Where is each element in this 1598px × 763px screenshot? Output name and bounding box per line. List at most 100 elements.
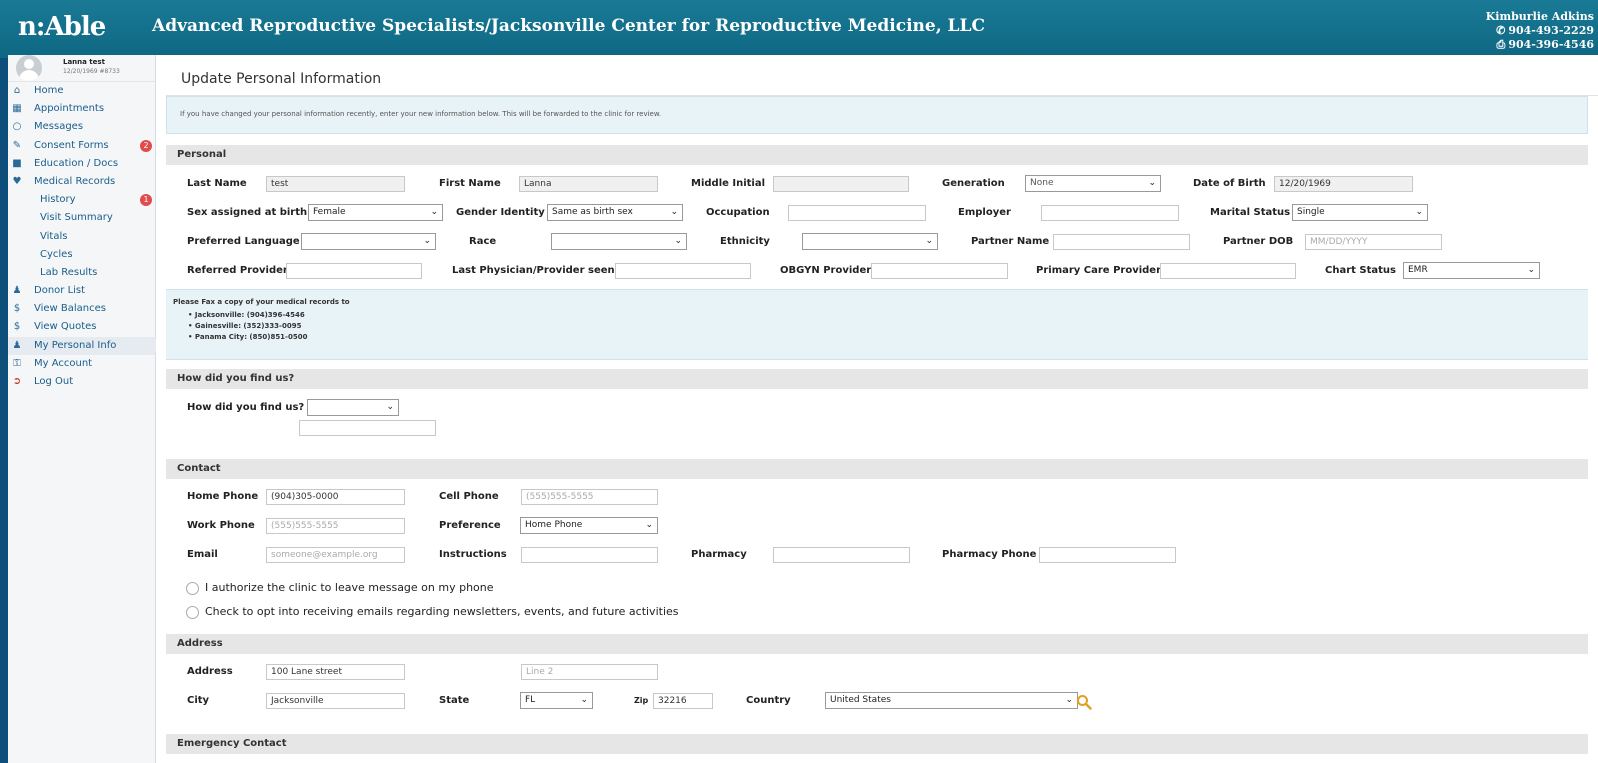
profile-card: Lanna test 12/20/1969 #8733 xyxy=(8,55,155,82)
search-icon[interactable] xyxy=(1076,694,1092,710)
fax-title: Please Fax a copy of your medical record… xyxy=(173,298,350,306)
section-personal: Personal xyxy=(166,145,1588,165)
left-frame xyxy=(0,58,8,763)
race-select[interactable]: ⌄ xyxy=(551,233,687,250)
generation-select[interactable]: None ⌄ xyxy=(1025,175,1161,192)
page-title: Update Personal Information xyxy=(181,71,382,87)
sidebar-item-consent-forms[interactable]: ✎ Consent Forms 2 xyxy=(8,137,155,155)
chevron-down-icon: ⌄ xyxy=(1415,207,1423,217)
logout-icon: ➲ xyxy=(12,376,22,387)
header-bar: n:Able Advanced Reproductive Specialists… xyxy=(0,0,1598,58)
cell-phone-field[interactable]: (555)555-5555 xyxy=(521,489,658,505)
ethnicity-select[interactable]: ⌄ xyxy=(802,233,938,250)
email-optin-radio[interactable] xyxy=(186,606,199,619)
last-physician-field[interactable] xyxy=(615,263,751,279)
sidebar-item-view-quotes[interactable]: $ View Quotes xyxy=(8,318,155,336)
sidebar-item-history[interactable]: History 1 xyxy=(8,191,155,209)
profile-dob-id: 12/20/1969 #8733 xyxy=(63,68,120,75)
first-name-label: First Name xyxy=(439,178,501,189)
sidebar-item-home[interactable]: ⌂ Home xyxy=(8,82,155,100)
chart-status-select[interactable]: EMR ⌄ xyxy=(1403,262,1540,279)
dob-label: Date of Birth xyxy=(1193,178,1266,189)
section-find-us: How did you find us? xyxy=(166,369,1588,389)
home-phone-field[interactable]: (904)305-0000 xyxy=(266,489,405,505)
email-field[interactable]: someone@example.org xyxy=(266,547,405,563)
zip-field[interactable]: 32216 xyxy=(653,693,713,709)
address-field[interactable]: 100 Lane street xyxy=(266,664,405,680)
email-label: Email xyxy=(187,549,218,560)
sidebar-item-medical-records[interactable]: ♥ Medical Records xyxy=(8,173,155,191)
first-name-field[interactable]: Lanna xyxy=(519,176,658,192)
occupation-field[interactable] xyxy=(788,205,926,221)
find-us-select[interactable]: ⌄ xyxy=(307,399,399,416)
middle-initial-label: Middle Initial xyxy=(691,178,766,189)
nable-logo[interactable]: n:Able xyxy=(18,12,106,42)
work-phone-field[interactable]: (555)555-5555 xyxy=(266,518,405,534)
city-label: City xyxy=(187,695,210,706)
sidebar-item-messages[interactable]: ○ Messages xyxy=(8,118,155,136)
pharmacy-phone-field[interactable] xyxy=(1039,547,1176,563)
home-icon: ⌂ xyxy=(13,85,21,96)
authorize-message-radio[interactable] xyxy=(186,582,199,595)
chevron-down-icon: ⌄ xyxy=(645,520,653,530)
sidebar-item-lab-results[interactable]: Lab Results xyxy=(8,264,155,282)
preference-label: Preference xyxy=(439,520,501,531)
work-phone-label: Work Phone xyxy=(187,520,255,531)
pcp-field[interactable] xyxy=(1160,263,1296,279)
address-label: Address xyxy=(187,666,233,677)
marital-select[interactable]: Single ⌄ xyxy=(1292,204,1428,221)
pcp-label: Primary Care Provider xyxy=(1036,265,1162,276)
chevron-down-icon: ⌄ xyxy=(670,207,678,217)
last-name-field[interactable]: test xyxy=(266,176,405,192)
sidebar-item-view-balances[interactable]: $ View Balances xyxy=(8,300,155,318)
address-line2-field[interactable]: Line 2 xyxy=(521,664,658,680)
users-icon: ♟ xyxy=(12,285,22,297)
profile-name: Lanna test xyxy=(63,58,105,66)
gender-select[interactable]: Same as birth sex ⌄ xyxy=(547,204,683,221)
chevron-down-icon: ⌄ xyxy=(430,207,438,217)
preference-select[interactable]: Home Phone ⌄ xyxy=(520,517,658,534)
edit-icon: ✎ xyxy=(12,139,22,151)
race-label: Race xyxy=(469,236,497,247)
language-select[interactable]: ⌄ xyxy=(301,233,436,250)
sidebar-item-donor-list[interactable]: ♟ Donor List xyxy=(8,282,155,300)
state-select[interactable]: FL ⌄ xyxy=(520,692,593,709)
chat-icon: ○ xyxy=(12,121,22,133)
referred-provider-label: Referred Provider xyxy=(187,265,288,276)
sex-select[interactable]: Female ⌄ xyxy=(308,204,443,221)
sidebar-item-appointments[interactable]: ▦ Appointments xyxy=(8,100,155,118)
dob-field[interactable]: 12/20/1969 xyxy=(1274,176,1413,192)
clinic-name: Advanced Reproductive Specialists/Jackso… xyxy=(152,16,985,36)
find-us-label: How did you find us? xyxy=(187,402,305,413)
sidebar: Lanna test 12/20/1969 #8733 ⌂ Home ▦ Appoi… xyxy=(8,55,156,763)
pharmacy-field[interactable] xyxy=(773,547,910,563)
sidebar-item-my-personal-info[interactable]: ♟ My Personal Info xyxy=(8,336,155,355)
sidebar-item-vitals[interactable]: Vitals xyxy=(8,228,155,246)
country-select[interactable]: United States ⌄ xyxy=(825,692,1078,709)
app-window: n:Able Advanced Reproductive Specialists… xyxy=(0,0,1598,763)
find-us-other-field[interactable] xyxy=(299,420,436,436)
sidebar-item-visit-summary[interactable]: Visit Summary xyxy=(8,209,155,227)
instructions-label: Instructions xyxy=(439,549,507,560)
partner-name-field[interactable] xyxy=(1053,234,1190,250)
chevron-down-icon: ⌄ xyxy=(1148,178,1156,188)
contact-fax: ⎙ 904-396-4546 xyxy=(1486,38,1594,52)
chevron-down-icon: ⌄ xyxy=(386,402,394,412)
history-badge: 1 xyxy=(140,194,152,207)
phone-icon: ✆ xyxy=(1496,24,1506,37)
middle-initial-field[interactable] xyxy=(773,176,909,192)
last-physician-label: Last Physician/Provider seen xyxy=(452,265,615,276)
phone-number: 904-493-2229 xyxy=(1508,24,1594,37)
sidebar-item-cycles[interactable]: Cycles xyxy=(8,246,155,264)
partner-dob-field[interactable]: MM/DD/YYYY xyxy=(1305,234,1442,250)
sidebar-item-log-out[interactable]: ➲ Log Out xyxy=(8,373,155,391)
obgyn-field[interactable] xyxy=(871,263,1008,279)
city-field[interactable]: Jacksonville xyxy=(266,693,405,709)
sidebar-item-my-account[interactable]: ⚿ My Account xyxy=(8,355,155,373)
referred-provider-field[interactable] xyxy=(286,263,422,279)
employer-field[interactable] xyxy=(1041,205,1179,221)
authorize-message-label: I authorize the clinic to leave message … xyxy=(205,581,494,594)
sidebar-item-education-docs[interactable]: ■ Education / Docs xyxy=(8,155,155,173)
instructions-field[interactable] xyxy=(521,547,658,563)
fax-item-panama-city: • Panama City: (850)851-0500 xyxy=(188,333,308,341)
